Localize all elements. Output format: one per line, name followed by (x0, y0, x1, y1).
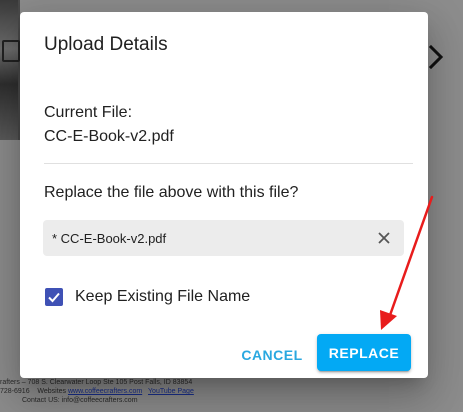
footer-phone: 728-6916 (0, 388, 30, 395)
upload-details-dialog: Upload Details Current File: CC-E-Book-v… (20, 12, 428, 378)
replace-question: Replace the file above with this file? (44, 184, 299, 201)
close-icon[interactable] (376, 230, 392, 246)
keep-name-label[interactable]: Keep Existing File Name (75, 288, 250, 306)
replace-button[interactable]: REPLACE (317, 334, 411, 371)
footer-website-link[interactable]: www.coffeecrafters.com (68, 388, 142, 395)
checkmark-icon (48, 292, 60, 303)
current-file-label: Current File: (44, 104, 133, 121)
footer-links-line: 728-6916 Websites www.coffeecrafters.com… (0, 387, 389, 396)
background-product-image (0, 0, 20, 140)
footer-youtube-link[interactable]: YouTube Page (148, 388, 194, 395)
keep-name-checkbox[interactable] (45, 288, 63, 306)
new-file-chip: * CC-E-Book-v2.pdf (43, 220, 404, 256)
cancel-button[interactable]: CANCEL (232, 337, 312, 373)
current-file-name: CC-E-Book-v2.pdf (44, 128, 174, 145)
new-file-name: * CC-E-Book-v2.pdf (52, 231, 167, 246)
chevron-right-icon[interactable] (426, 42, 446, 72)
footer-contact: Contact US: info@coffeecrafters.com (22, 397, 138, 404)
divider (44, 163, 413, 164)
dialog-title: Upload Details (44, 34, 168, 55)
background-footer: rafters – 708 S. Clearwater Loop Ste 105… (0, 378, 389, 405)
footer-address: rafters – 708 S. Clearwater Loop Ste 105… (0, 379, 193, 386)
footer-websites-label: Websites (37, 388, 67, 395)
